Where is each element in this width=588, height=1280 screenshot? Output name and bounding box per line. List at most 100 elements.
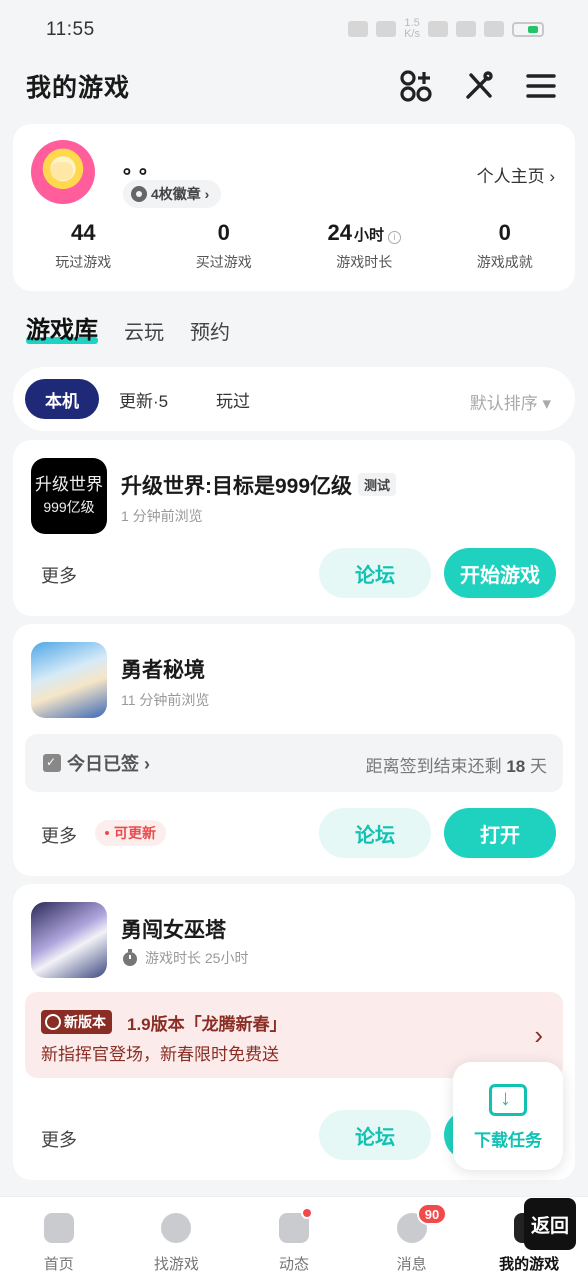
notification-dot <box>301 1207 314 1219</box>
library-tabs: 游戏库 云玩 预约 <box>26 310 230 345</box>
stat-label: 游戏成就 <box>476 254 533 270</box>
wifi-icon <box>428 21 448 37</box>
info-icon[interactable]: i <box>388 231 401 244</box>
new-version-badge: 新版本 <box>41 1010 112 1034</box>
nav-label: 动态 <box>278 1256 309 1273</box>
tools-icon[interactable] <box>461 68 497 104</box>
more-button[interactable]: 更多 <box>41 1126 77 1152</box>
status-icons: 1.5 K/s <box>348 18 544 40</box>
stat-value: 24 <box>327 220 352 245</box>
apps-add-icon[interactable] <box>398 68 434 104</box>
nav-label: 消息 <box>396 1256 427 1273</box>
stat-label: 游戏时长 <box>336 254 393 270</box>
game-icon[interactable] <box>31 902 107 978</box>
calendar-check-icon <box>43 754 61 772</box>
stat-value: 44 <box>71 220 96 245</box>
stat-label: 玩过游戏 <box>55 254 112 270</box>
medal-icon <box>131 186 147 202</box>
nav-label: 首页 <box>43 1256 74 1273</box>
filter-bar: 本机 更新·5 玩过 默认排序 ▾ <box>13 367 575 431</box>
more-button[interactable]: 更多 <box>41 562 77 588</box>
filter-played[interactable]: 玩过 <box>196 379 270 419</box>
checkin-status: 今日已签 › <box>43 750 150 776</box>
game-icon[interactable]: 升级世界 999亿级 <box>31 458 107 534</box>
alarm-icon <box>376 21 397 37</box>
updatable-badge: 可更新 <box>95 820 166 846</box>
game-title: 升级世界:目标是999亿级 测试 <box>121 470 397 500</box>
nav-home[interactable]: 首页 <box>0 1197 118 1280</box>
nfc-icon <box>348 21 369 37</box>
page-title: 我的游戏 <box>26 74 131 102</box>
updatable-label: 可更新 <box>114 825 156 841</box>
forum-button[interactable]: 论坛 <box>319 808 431 858</box>
checkin-remaining-days: 18 <box>506 757 526 776</box>
tab-reservations[interactable]: 预约 <box>190 316 230 345</box>
game-name: 勇闯女巫塔 <box>121 919 226 942</box>
filter-update[interactable]: 更新·5 <box>99 379 188 419</box>
stat-play-time[interactable]: 24 小时 i 游戏时长 <box>294 220 435 272</box>
checkin-bar[interactable]: 今日已签 › 距离签到结束还剩 18 天 <box>25 734 563 792</box>
checkin-remaining-suffix: 天 <box>525 757 547 776</box>
download-icon <box>489 1084 527 1116</box>
stat-achievements[interactable]: 0 游戏成就 <box>435 220 576 272</box>
net-speed: 1.5 K/s <box>404 17 420 40</box>
new-version-desc: 新指挥官登场，新春限时免费送 <box>41 1045 279 1064</box>
open-game-button[interactable]: 打开 <box>444 808 556 858</box>
status-time: 11:55 <box>46 19 95 40</box>
forum-button[interactable]: 论坛 <box>319 1110 431 1160</box>
profile-stats: 44 玩过游戏 0 买过游戏 24 小时 i 游戏时长 0 游戏成就 <box>13 220 575 272</box>
back-button[interactable]: 返回 <box>524 1198 576 1250</box>
game-name: 勇者秘境 <box>121 659 205 682</box>
top-bar: 我的游戏 <box>0 60 588 114</box>
filter-local[interactable]: 本机 <box>25 379 99 419</box>
stat-value: 0 <box>217 220 230 245</box>
home-icon <box>43 1213 74 1243</box>
checkin-label: 今日已签 › <box>67 754 150 774</box>
nav-label: 我的游戏 <box>499 1256 560 1273</box>
game-last-viewed: 1 分钟前浏览 <box>121 508 203 524</box>
nav-messages[interactable]: 90 消息 <box>353 1197 471 1280</box>
playtime-text: 游戏时长 25小时 <box>145 950 249 966</box>
stat-value: 0 <box>498 220 511 245</box>
icon-text: 999亿级 <box>43 499 95 515</box>
badges-label: 4枚徽章 › <box>151 186 210 202</box>
nav-discover[interactable]: 找游戏 <box>118 1197 236 1280</box>
signal-icon <box>456 21 476 37</box>
checkin-remaining-prefix: 距离签到结束还剩 <box>365 757 507 776</box>
profile-home-link[interactable]: 个人主页 › <box>477 162 555 187</box>
game-card[interactable]: 勇者秘境 11 分钟前浏览 今日已签 › 距离签到结束还剩 18 天 更多 可更… <box>13 624 575 876</box>
avatar[interactable] <box>31 140 95 204</box>
test-tag: 测试 <box>358 473 397 496</box>
new-version-label: 新版本 <box>64 1014 106 1030</box>
download-tasks-button[interactable]: 下载任务 <box>453 1062 563 1170</box>
status-bar: 11:55 1.5 K/s <box>0 0 588 60</box>
forum-button[interactable]: 论坛 <box>319 548 431 598</box>
battery-icon <box>512 21 544 37</box>
nickname: 。。 <box>123 156 165 178</box>
game-icon[interactable] <box>31 642 107 718</box>
nav-feed[interactable]: 动态 <box>235 1197 353 1280</box>
game-card[interactable]: 升级世界 999亿级 升级世界:目标是999亿级 测试 1 分钟前浏览 更多 论坛… <box>13 440 575 616</box>
start-game-button[interactable]: 开始游戏 <box>444 548 556 598</box>
version-icon <box>45 1014 61 1030</box>
sort-dropdown[interactable]: 默认排序 ▾ <box>470 389 551 414</box>
tab-game-library[interactable]: 游戏库 <box>26 310 98 345</box>
new-version-title: 1.9版本「龙腾新春」 <box>127 1015 287 1034</box>
game-name: 升级世界:目标是999亿级 <box>121 475 353 498</box>
stat-label: 买过游戏 <box>195 254 252 270</box>
signal-icon <box>484 21 504 37</box>
stat-played-games[interactable]: 44 玩过游戏 <box>13 220 154 272</box>
chevron-right-icon: › <box>534 1020 543 1050</box>
checkin-remaining: 距离签到结束还剩 18 天 <box>366 752 547 777</box>
badges-button[interactable]: 4枚徽章 › <box>123 180 222 208</box>
tab-cloud-play[interactable]: 云玩 <box>124 316 164 345</box>
message-count-badge: 90 <box>416 1203 448 1225</box>
stat-unit: 小时 <box>353 227 384 244</box>
game-playtime: 游戏时长 25小时 <box>121 948 248 968</box>
bottom-nav: 首页 找游戏 动态 90 消息 我的游戏 <box>0 1196 588 1280</box>
stopwatch-icon <box>123 949 137 966</box>
icon-text: 升级世界 <box>35 475 103 494</box>
stat-bought-games[interactable]: 0 买过游戏 <box>154 220 295 272</box>
menu-icon[interactable] <box>523 68 559 104</box>
more-button[interactable]: 更多 <box>41 822 77 848</box>
